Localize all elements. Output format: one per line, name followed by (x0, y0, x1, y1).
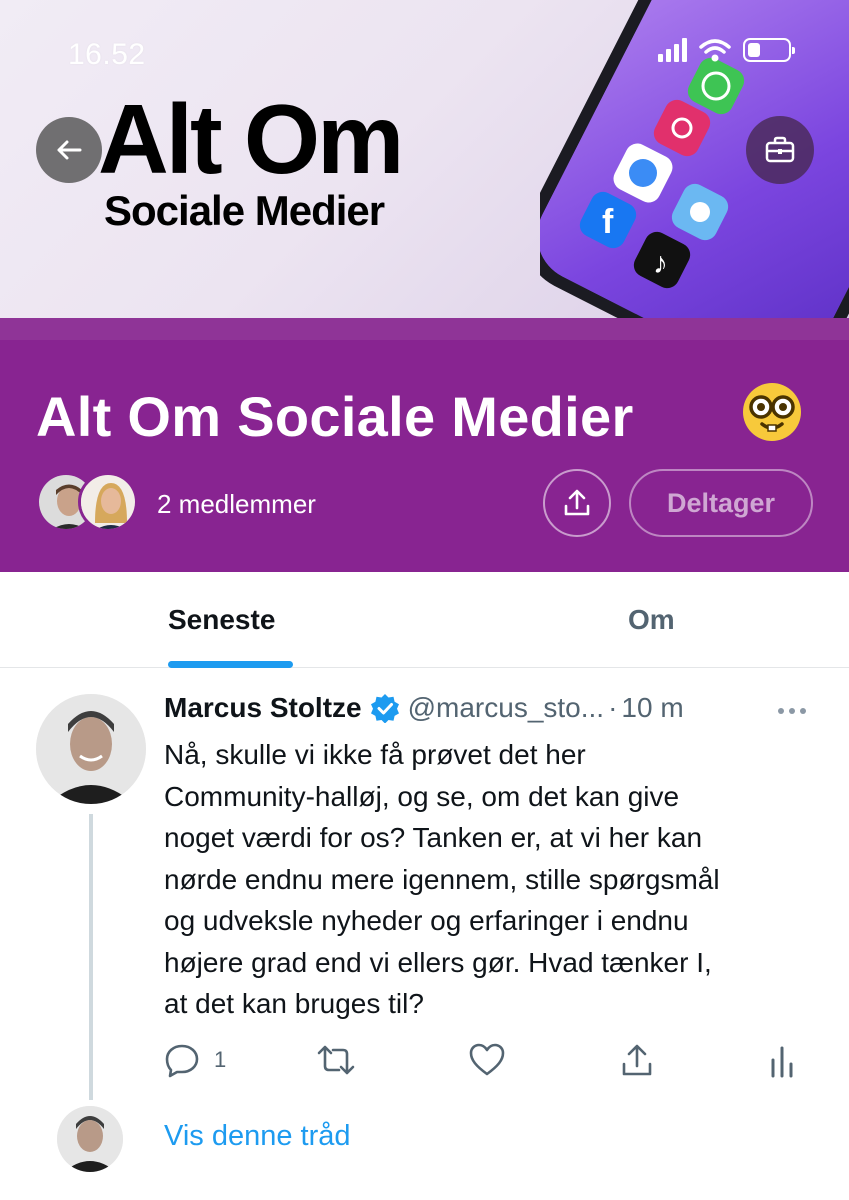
cellular-signal-icon (658, 38, 687, 62)
battery-icon (743, 38, 795, 62)
community-title: Alt Om Sociale Medier (36, 385, 634, 448)
back-button[interactable] (36, 117, 102, 183)
verified-badge-icon (370, 694, 399, 723)
svg-text:f: f (602, 203, 614, 241)
arrow-left-icon (57, 140, 82, 160)
avatar-photo (36, 694, 146, 804)
tweet-text-line: Community-halløj, og se, om det kan give (164, 780, 680, 812)
avatar-photo (57, 1106, 123, 1172)
analytics-icon (771, 1046, 793, 1078)
more-options-icon[interactable] (778, 708, 806, 714)
tweet-author-name[interactable]: Marcus Stoltze (164, 692, 362, 724)
members-count[interactable]: 2 medlemmer (157, 489, 316, 520)
briefcase-icon (765, 136, 795, 163)
reply-icon (165, 1044, 199, 1078)
reply-button[interactable]: 1 (164, 1042, 226, 1078)
share-button[interactable] (543, 469, 611, 537)
tab-about[interactable]: Om (628, 604, 675, 636)
tweet-text-line: noget værdi for os? Tanken er, at vi her… (164, 822, 703, 853)
wifi-icon (699, 39, 731, 62)
member-avatar-woman (78, 472, 138, 532)
tab-bar: Seneste Om (0, 572, 849, 668)
nerd-face-emoji-icon (743, 383, 801, 441)
tweet-text: Nå, skulle vi ikke få prøvet det her Com… (164, 734, 824, 1025)
status-time: 16.52 (68, 38, 146, 71)
thread-author-avatar[interactable] (57, 1106, 123, 1172)
retweet-icon (317, 1045, 355, 1075)
tweet-text-line: højere grad end vi ellers gør. Hvad tænk… (164, 946, 712, 978)
banner-logo-title: Alt Om (98, 84, 404, 194)
like-button[interactable] (468, 1042, 506, 1078)
status-icons (658, 38, 795, 62)
share-tweet-button[interactable] (620, 1042, 654, 1078)
separator-dot: · (608, 692, 618, 723)
show-thread-link[interactable]: Vis denne tråd (164, 1120, 351, 1153)
tweet-text-line: Nå, skulle vi ikke få prøvet det her (164, 739, 586, 770)
member-avatars[interactable] (36, 472, 138, 534)
thread-line (89, 814, 93, 1100)
tweet-text-line: nørde endnu mere igennem, stille spørgsm… (164, 863, 720, 895)
tweet-author-handle[interactable]: @marcus_sto... (408, 692, 604, 724)
analytics-button[interactable] (768, 1042, 796, 1078)
tweet-text-line: og udveksle nyheder og erfaringer i endn… (164, 905, 689, 936)
share-icon (622, 1044, 652, 1076)
avatar-photo (81, 475, 135, 529)
header-strip (0, 318, 849, 340)
tweet-timestamp[interactable]: 10 m (621, 692, 683, 724)
tweet-header: Marcus Stoltze @marcus_sto... · 10 m (164, 692, 684, 724)
community-header: Alt Om Sociale Medier 2 medlemmer Deltag… (0, 318, 849, 572)
reply-count: 1 (214, 1047, 227, 1072)
share-icon (564, 489, 590, 516)
active-tab-indicator (168, 661, 293, 668)
svg-text:♪: ♪ (653, 247, 668, 280)
join-button[interactable]: Deltager (629, 469, 813, 537)
moderation-tools-button[interactable] (746, 116, 814, 184)
community-banner: f ♪ 16.52 Alt Om Sociale Medier (0, 0, 849, 318)
tweet-text-line: at det kan bruges til? (164, 988, 424, 1019)
heart-icon (469, 1043, 505, 1076)
tab-latest[interactable]: Seneste (168, 604, 275, 636)
banner-logo-subtitle: Sociale Medier (104, 187, 385, 234)
tweet-author-avatar[interactable] (36, 694, 146, 804)
retweet-button[interactable] (316, 1042, 356, 1078)
